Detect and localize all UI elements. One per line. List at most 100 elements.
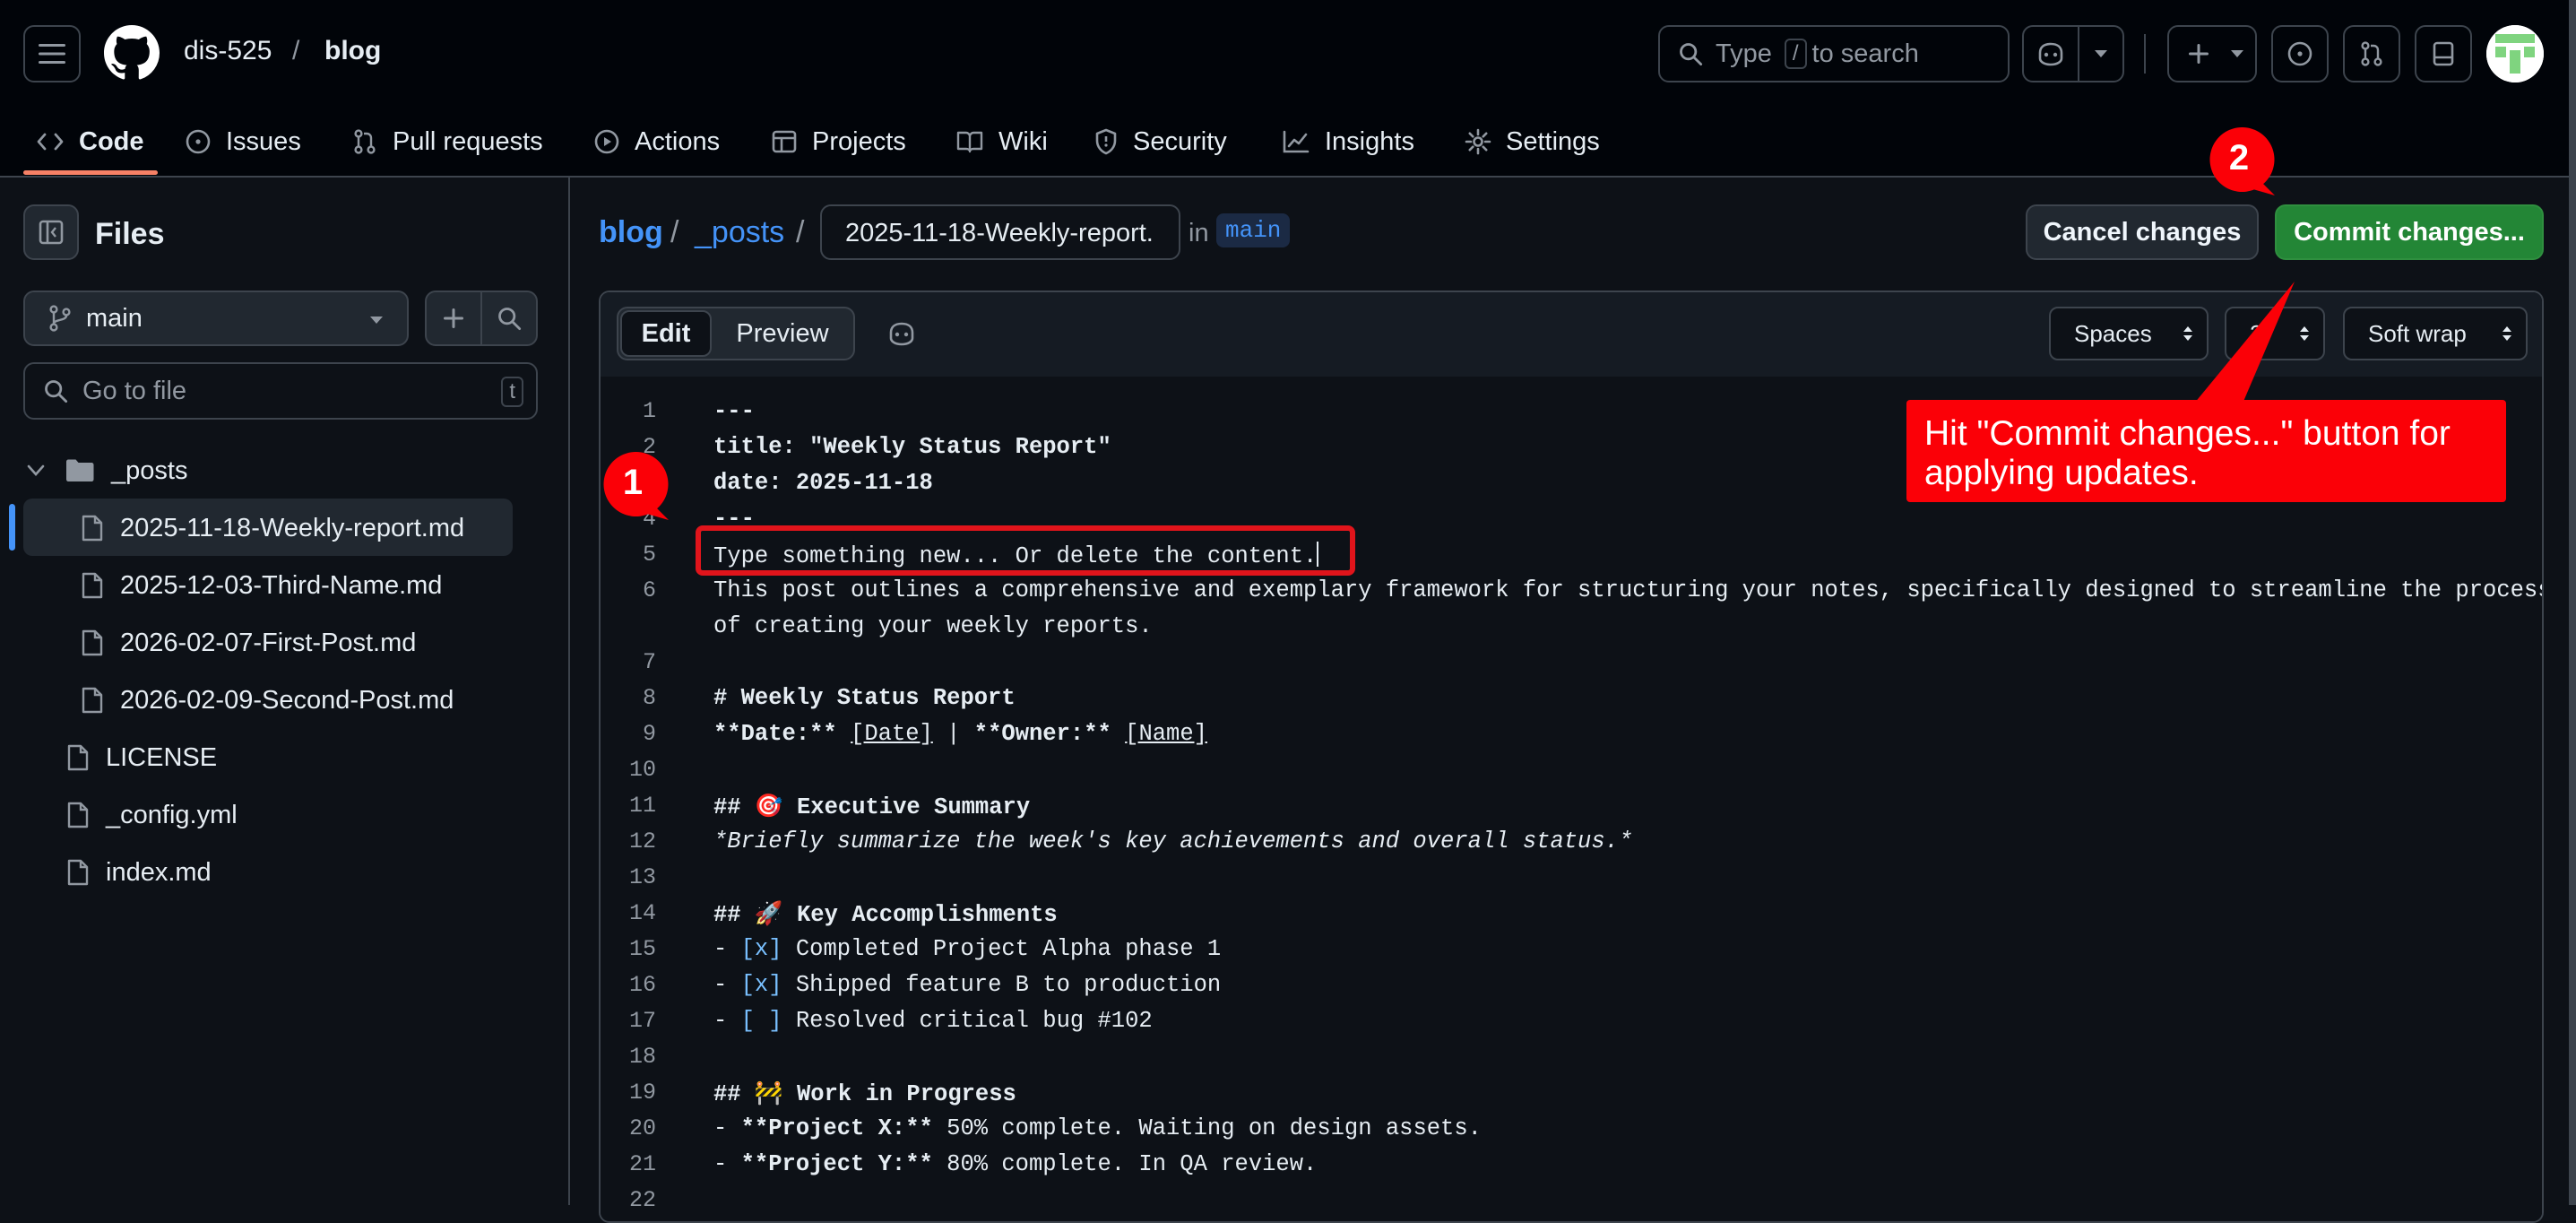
code-token: | <box>932 721 974 747</box>
tab-label: Projects <box>812 126 906 156</box>
tab-label: Settings <box>1506 126 1600 156</box>
commit-changes-button[interactable]: Commit changes... <box>2275 204 2544 260</box>
tab-insights[interactable]: Insights <box>1282 108 1414 176</box>
copilot-menu-button[interactable] <box>2078 25 2124 82</box>
code-token: **Owner:** <box>973 721 1111 747</box>
triangle-down-icon <box>2095 50 2107 57</box>
code-line: *Briefly summarize the week's key achiev… <box>713 828 1633 854</box>
tab-issues[interactable]: Issues <box>185 108 301 176</box>
create-new-button[interactable] <box>2167 25 2257 82</box>
header-divider <box>2144 34 2146 74</box>
cancel-changes-button[interactable]: Cancel changes <box>2026 204 2259 260</box>
tree-file-first-post[interactable]: 2026-02-07-First-Post.md <box>81 615 416 671</box>
tree-file-third-name[interactable]: 2025-12-03-Third-Name.md <box>81 558 442 613</box>
code-token: - <box>713 1115 741 1141</box>
line-number: 14 <box>628 900 656 926</box>
annotation-highlight-box <box>696 525 1355 576</box>
code-token: Shipped feature B to production <box>782 972 1222 998</box>
code-token-link: [Name] <box>1125 721 1207 747</box>
repo-name-link[interactable]: blog <box>324 36 381 66</box>
issues-button[interactable] <box>2271 25 2329 82</box>
tree-item-label: _posts <box>111 455 188 485</box>
tree-item-label: 2026-02-07-First-Post.md <box>120 628 417 657</box>
tab-projects[interactable]: Projects <box>771 108 906 176</box>
code-line: ## 🚀 Key Accomplishments <box>713 900 1058 928</box>
inbox-button[interactable] <box>2415 25 2472 82</box>
tree-folder-posts[interactable]: _posts <box>27 443 187 499</box>
search-files-button[interactable] <box>480 291 538 346</box>
file-icon <box>82 572 103 599</box>
wrap-mode-value: Soft wrap <box>2368 319 2467 347</box>
tab-actions[interactable]: Actions <box>593 108 720 176</box>
search-shortcut-key: / <box>1784 39 1807 69</box>
tab-pull-requests[interactable]: Pull requests <box>351 108 543 176</box>
collapse-sidebar-button[interactable] <box>23 204 79 260</box>
tab-settings[interactable]: Settings <box>1465 108 1600 176</box>
line-number: 7 <box>642 649 656 675</box>
checkbox-token: [ ] <box>740 1008 782 1034</box>
code-line-wrapped: of creating your weekly reports. <box>713 613 1153 639</box>
github-logo[interactable] <box>104 25 160 81</box>
github-mark-icon <box>104 25 160 80</box>
tree-file-second-post[interactable]: 2026-02-09-Second-Post.md <box>81 672 454 728</box>
code-line: ## 🚧 Work in Progress <box>713 1080 1016 1107</box>
code-token: **Date:** <box>713 721 837 747</box>
checkbox-token: [x] <box>740 972 782 998</box>
branch-selector[interactable]: main <box>23 291 409 346</box>
line-number: 12 <box>628 828 656 854</box>
user-avatar[interactable] <box>2486 25 2544 82</box>
tree-file-weekly-report[interactable]: 2025-11-18-Weekly-report.md <box>81 500 464 556</box>
tab-wiki[interactable]: Wiki <box>955 108 1048 176</box>
hamburger-icon <box>39 44 65 64</box>
tab-code[interactable]: Code <box>36 108 144 176</box>
filename-input[interactable]: 2025-11-18-Weekly-report. <box>820 204 1180 260</box>
code-line: --- <box>713 398 755 424</box>
tab-label: Insights <box>1325 126 1414 156</box>
preview-tab[interactable]: Preview <box>715 310 850 357</box>
copilot-editor-button[interactable] <box>880 312 923 355</box>
pull-requests-button[interactable] <box>2343 25 2400 82</box>
code-area[interactable]: 1 2 3 4 5 6 7 8 9 10 11 12 13 14 15 16 1… <box>601 377 2542 1221</box>
code-token: Work in Progress <box>782 1081 1016 1107</box>
repo-separator: / <box>292 36 300 65</box>
copilot-button[interactable] <box>2022 25 2079 82</box>
plus-icon <box>2189 44 2209 64</box>
edit-tab[interactable]: Edit <box>620 310 712 357</box>
tree-file-config[interactable]: _config.yml <box>66 787 238 843</box>
repo-nav: Code Issues Pull requests Actions Projec… <box>0 108 2576 178</box>
active-tab-indicator <box>23 170 158 175</box>
code-line: date: 2025-11-18 <box>713 470 933 496</box>
breadcrumb-repo-link[interactable]: blog <box>599 215 663 250</box>
wrap-mode-select[interactable]: Soft wrap <box>2343 307 2528 360</box>
tab-label: Actions <box>635 126 721 156</box>
tree-item-label: LICENSE <box>106 742 218 772</box>
page-scrollbar[interactable] <box>2569 0 2576 1205</box>
indent-mode-select[interactable]: Spaces <box>2049 307 2209 360</box>
line-number: 5 <box>642 542 656 568</box>
breadcrumb-separator: / <box>796 215 805 249</box>
breadcrumb-folder-link[interactable]: _posts <box>695 215 784 250</box>
rocket-emoji-icon: 🚀 <box>754 902 783 928</box>
code-token: - <box>713 1151 741 1177</box>
tab-security[interactable]: Security <box>1094 108 1227 176</box>
tab-label: Security <box>1133 126 1227 156</box>
folder-icon <box>66 459 94 481</box>
line-number: 18 <box>628 1044 656 1070</box>
code-line: # Weekly Status Report <box>713 685 1016 711</box>
global-search-input[interactable]: Type / to search <box>1658 25 2010 82</box>
tree-file-license[interactable]: LICENSE <box>66 730 217 785</box>
repo-owner-link[interactable]: dis-525 <box>184 36 272 66</box>
menu-button[interactable] <box>23 25 81 82</box>
code-token: - <box>713 936 741 962</box>
code-token: ## <box>713 794 755 820</box>
line-number: 20 <box>628 1115 656 1141</box>
tree-file-index[interactable]: index.md <box>66 845 212 900</box>
code-line: - [x] Completed Project Alpha phase 1 <box>713 936 1221 962</box>
add-file-button[interactable] <box>425 291 482 346</box>
line-number: 17 <box>628 1008 656 1034</box>
play-icon <box>594 129 619 154</box>
go-to-file-input[interactable]: Go to file t <box>23 362 538 420</box>
branch-in-label: in <box>1189 219 1209 247</box>
line-number: 10 <box>628 757 656 783</box>
tab-label: Code <box>79 126 144 156</box>
